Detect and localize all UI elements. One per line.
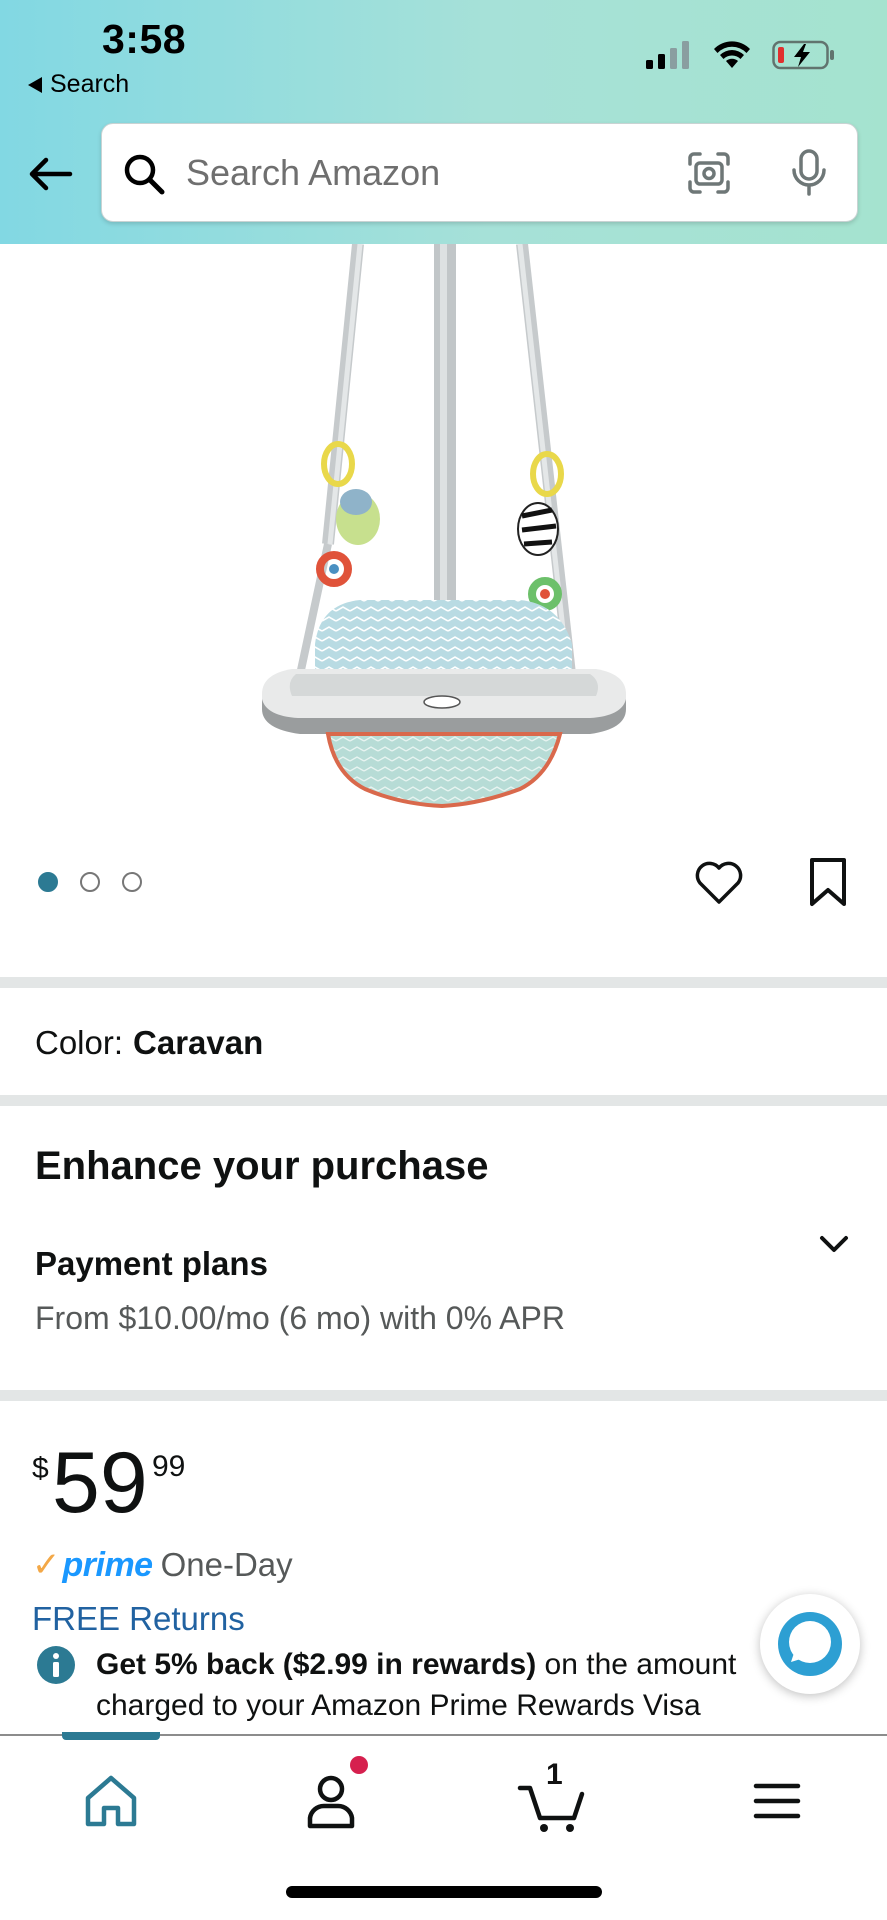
free-returns-link[interactable]: FREE Returns	[32, 1600, 245, 1638]
prime-check-icon: ✓	[32, 1546, 61, 1584]
heart-icon[interactable]	[694, 858, 744, 908]
product-image[interactable]	[0, 244, 887, 844]
back-arrow-icon[interactable]	[26, 150, 74, 198]
section-divider	[0, 977, 887, 988]
status-time: 3:58	[102, 16, 187, 62]
pagination-dot-1[interactable]	[38, 872, 58, 892]
status-back-link[interactable]: Search	[28, 70, 129, 99]
battery-icon	[772, 40, 834, 70]
mic-icon[interactable]	[788, 148, 830, 198]
color-label: Color:	[35, 1024, 124, 1061]
account-icon[interactable]	[296, 1766, 366, 1836]
home-indicator[interactable]	[286, 1886, 602, 1898]
payment-plans-title[interactable]: Payment plans	[35, 1245, 268, 1283]
alexa-button[interactable]	[760, 1594, 860, 1694]
alexa-icon	[778, 1612, 842, 1676]
delivery-label: One-Day	[160, 1546, 293, 1583]
price-currency: $	[32, 1452, 49, 1485]
cart-count: 1	[546, 1758, 563, 1791]
active-tab-indicator	[62, 1732, 160, 1740]
chevron-down-icon[interactable]	[812, 1222, 856, 1266]
payment-plans-subtitle: From $10.00/mo (6 mo) with 0% APR	[35, 1300, 565, 1336]
color-selection[interactable]: Color: Caravan	[35, 1024, 263, 1062]
camera-icon[interactable]	[686, 150, 732, 196]
pagination-dot-2[interactable]	[80, 872, 100, 892]
search-input[interactable]	[186, 146, 606, 200]
wifi-icon	[714, 41, 750, 68]
search-box[interactable]	[101, 123, 858, 222]
search-icon	[124, 154, 165, 195]
notification-dot	[350, 1756, 368, 1774]
price-whole: 59	[52, 1435, 148, 1531]
bookmark-icon[interactable]	[806, 856, 850, 908]
back-triangle-icon	[28, 76, 42, 93]
pagination-dot-3[interactable]	[122, 872, 142, 892]
section-divider	[0, 1095, 887, 1106]
menu-icon[interactable]	[742, 1766, 812, 1836]
status-icons	[646, 40, 836, 70]
prime-delivery: ✓ prime One-Day	[32, 1545, 293, 1585]
signal-icon	[646, 41, 689, 69]
status-back-label: Search	[50, 70, 130, 98]
color-value: Caravan	[133, 1024, 264, 1061]
price-fraction: 99	[152, 1450, 186, 1483]
rewards-promo: Get 5% back ($2.99 in rewards) on the am…	[96, 1644, 766, 1734]
enhance-title: Enhance your purchase	[35, 1144, 489, 1188]
promo-bold: Get 5% back ($2.99 in rewards)	[96, 1648, 537, 1681]
prime-logo: prime	[62, 1546, 154, 1584]
info-icon	[37, 1646, 75, 1684]
image-pagination	[38, 872, 142, 892]
home-icon[interactable]	[76, 1766, 146, 1836]
header: 3:58 Search	[0, 0, 887, 244]
section-divider	[0, 1390, 887, 1401]
